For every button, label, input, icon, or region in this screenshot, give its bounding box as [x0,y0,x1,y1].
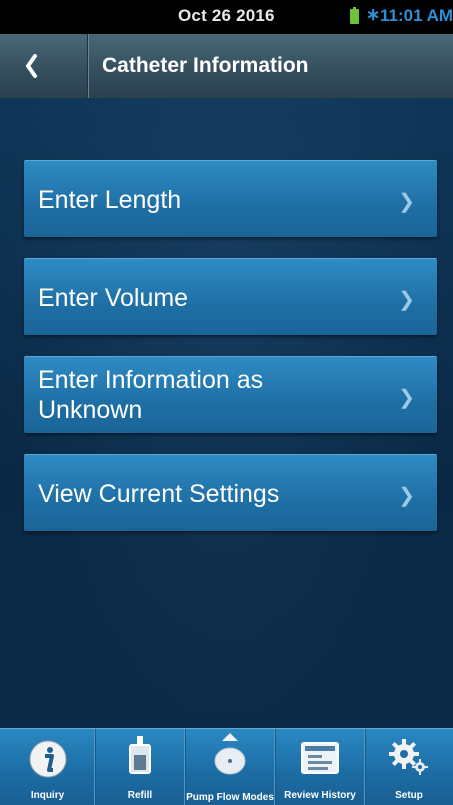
info-icon [29,740,66,778]
title-bar: Catheter Information [0,34,453,100]
page-title: Catheter Information [102,54,309,77]
tab-setup[interactable]: Setup [365,729,453,805]
gears-icon [389,739,428,775]
menu-item-label: Enter Volume [38,284,189,312]
main-content: Enter Length ❯ Enter Volume ❯ Enter Info… [0,98,453,728]
chevron-left-icon [26,54,37,78]
tab-label: Refill [127,790,153,801]
menu-item-label: Enter Length [38,186,182,214]
status-date: Oct 26 2016 [178,6,275,25]
menu-item-label: View Current Settings [38,480,280,508]
pump-icon [214,733,246,775]
refill-syringe-icon [129,736,151,774]
chevron-right-icon: ❯ [398,191,415,213]
chevron-right-icon: ❯ [398,289,415,311]
chevron-right-icon: ❯ [398,485,415,507]
chevron-right-icon: ❯ [398,387,415,409]
tab-label: Inquiry [30,790,65,801]
status-bar: Oct 26 2016 ∗ 11:01 AM [0,0,453,34]
tab-review-history[interactable]: Review History [275,729,366,805]
status-time: 11:01 AM [380,6,453,25]
tab-label: Pump Flow Modes [186,792,274,803]
tab-label: Setup [395,790,423,801]
battery-charging-icon [350,7,359,24]
bluetooth-icon: ∗ [366,5,381,24]
menu-item-label: Enter Information as Unknown [38,366,264,424]
enter-volume-button[interactable]: Enter Volume ❯ [24,258,437,335]
tab-pump-flow-modes[interactable]: Pump Flow Modes [185,729,276,805]
tab-bar: Inquiry Refill Pump Flow Modes Review Hi… [0,728,453,805]
back-button[interactable] [0,34,89,98]
tab-refill[interactable]: Refill [95,729,186,805]
tab-inquiry[interactable]: Inquiry [0,729,96,805]
enter-information-unknown-button[interactable]: Enter Information as Unknown ❯ [24,356,437,433]
tab-label: Review History [284,790,356,801]
history-screen-icon [301,742,339,774]
view-current-settings-button[interactable]: View Current Settings ❯ [24,454,437,531]
enter-length-button[interactable]: Enter Length ❯ [24,160,437,237]
